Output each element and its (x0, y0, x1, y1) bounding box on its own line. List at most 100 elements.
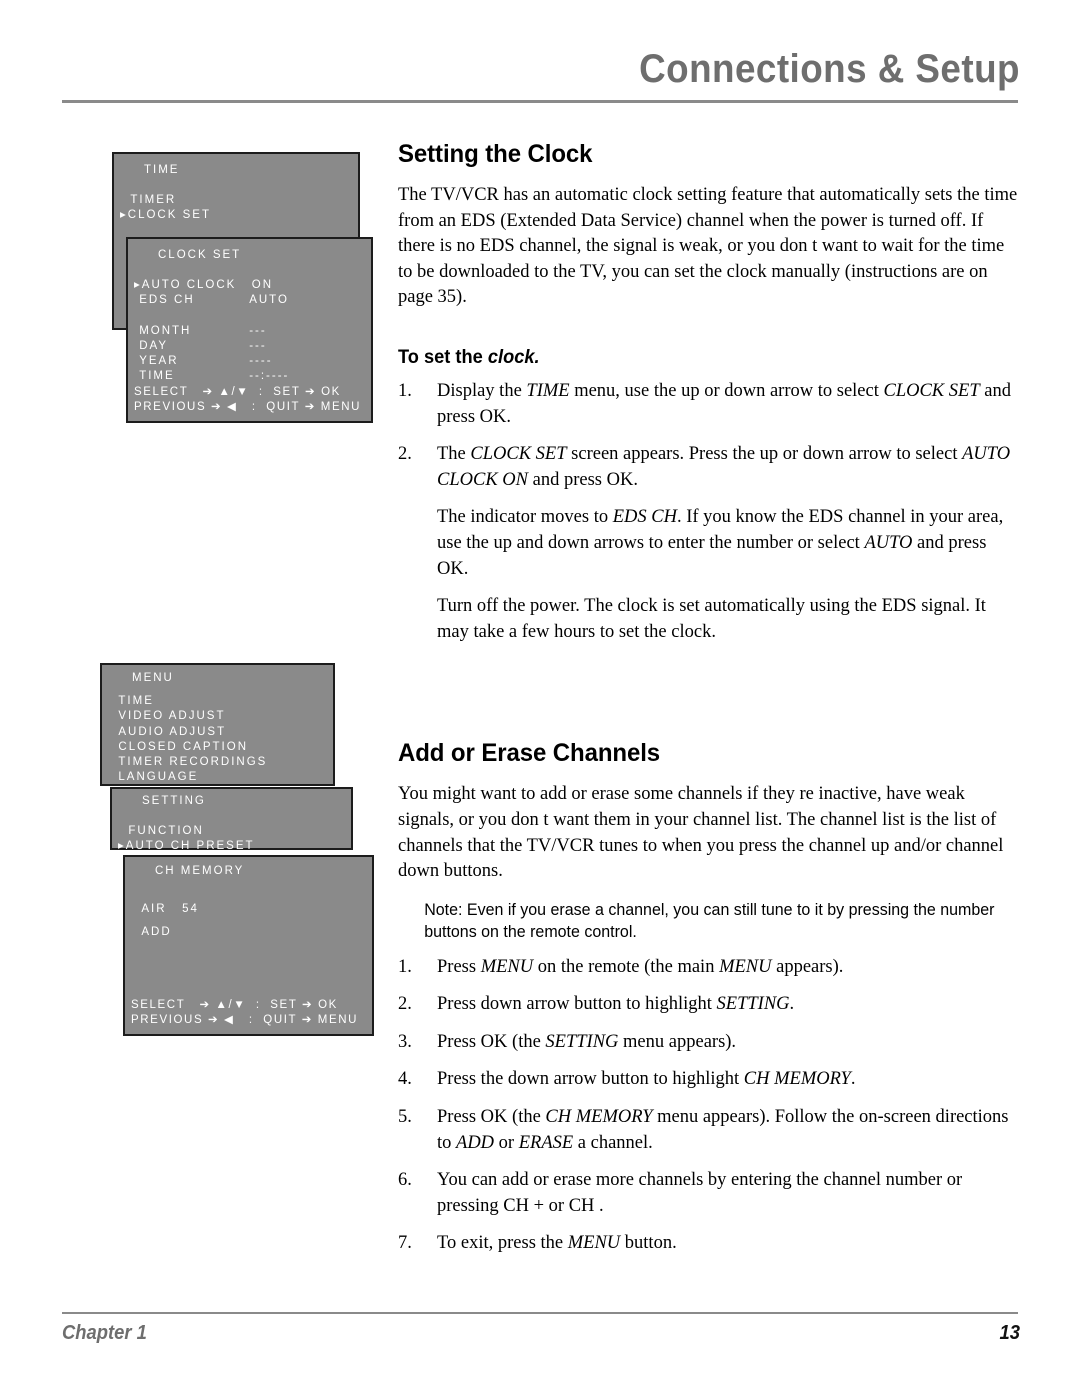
osd-ch-memory-title: CH MEMORY (155, 865, 245, 877)
osd-nav-line-select: SELECT ➔ ▲/▼ : SET ➔ OK (131, 998, 338, 1011)
list-item: 7. To exit, press the MENU button. (398, 1231, 1020, 1257)
step-text: Display the TIME menu, use the up or dow… (437, 380, 1011, 427)
channels-steps-list: 1. Press MENU on the remote (the main MEN… (398, 955, 1020, 1257)
osd-action-label: ADD (141, 926, 172, 939)
step-text: You can add or erase more channels by en… (437, 1170, 963, 1216)
osd-nav-line-previous: PREVIOUS ➔ ◀ : QUIT ➔ MENU (134, 400, 362, 413)
osd-row-label: AUTO CLOCK (141, 279, 237, 292)
list-item: 2. The CLOCK SET screen appears. Press th… (398, 442, 1020, 493)
step-number: 2. (398, 994, 412, 1015)
osd-item-label: FUNCTION (128, 825, 204, 838)
osd-time-menu-title: TIME (144, 164, 180, 176)
list-item: 6. You can add or erase more channels by … (398, 1168, 1020, 1219)
list-item: 2. Press down arrow button to highlight S… (398, 992, 1020, 1018)
channels-intro-paragraph: You might want to add or erase some chan… (398, 784, 1004, 882)
osd-item-label: LANGUAGE (118, 771, 199, 784)
step-text: To exit, press the MENU button. (437, 1233, 677, 1254)
subtitle-italic: clock. (487, 346, 540, 368)
list-item: 3. Press OK (the SETTING menu appears). (398, 1030, 1020, 1056)
step-number: 6. (398, 1170, 412, 1191)
osd-item-label: TIME (118, 695, 154, 708)
osd-time-menu-item-clock-set[interactable]: ▸CLOCK SET (114, 208, 358, 223)
step-text: Press the down arrow button to highlight… (437, 1069, 856, 1090)
clock-continuation-paragraph-1: The indicator moves to EDS CH. If you kn… (437, 507, 1004, 579)
footer-page-number: 13 (999, 1322, 1020, 1344)
content-column: Setting the Clock The TV/VCR has an auto… (398, 140, 1020, 1269)
step-number: 2. (398, 444, 412, 465)
subtitle-prefix: To set the (398, 346, 488, 368)
osd-item-label: CLOCK SET (127, 209, 211, 222)
list-item: 1. Press MENU on the remote (the main MEN… (398, 955, 1020, 981)
clock-steps-list: 1. Display the TIME menu, use the up or d… (398, 379, 1020, 493)
osd-band-label: AIR (141, 903, 167, 916)
osd-main-menu: MENU TIME VIDEO ADJUST AUDIO ADJUST CLOS… (100, 663, 335, 798)
osd-row-year[interactable]: YEAR ---- (128, 354, 371, 369)
osd-main-menu-item-audio-adjust[interactable]: AUDIO ADJUST (102, 725, 333, 740)
osd-row-value: --- (249, 339, 267, 352)
osd-clock-set-menu: CLOCK SET ▸AUTO CLOCK ON EDS CH AUTO MONTH… (126, 237, 373, 423)
header-divider (62, 100, 1018, 103)
footer-divider (62, 1312, 1018, 1314)
section-title-add-or-erase-channels: Add or Erase Channels (398, 739, 661, 768)
cursor-arrow-icon: ▸ (134, 279, 142, 292)
osd-row-value: --- (249, 324, 267, 337)
cursor-arrow-icon: ▸ (120, 209, 128, 222)
osd-row-month[interactable]: MONTH --- (128, 324, 371, 339)
osd-clock-set-nav-hints: SELECT ➔ ▲/▼ : SET ➔ OK PREVIOUS ➔ ◀ : Q… (128, 385, 371, 415)
clock-intro-paragraph: The TV/VCR has an automatic clock settin… (398, 185, 1018, 308)
osd-main-menu-item-time[interactable]: TIME (102, 694, 333, 709)
osd-main-menu-item-language[interactable]: LANGUAGE (102, 770, 333, 785)
osd-main-menu-item-timer-recordings[interactable]: TIMER RECORDINGS (102, 755, 333, 770)
osd-row-label: MONTH (139, 324, 192, 337)
osd-ch-memory-menu: CH MEMORY AIR 54 ADD SELECT ➔ ▲/▼ : SET … (123, 855, 374, 1036)
osd-row-time[interactable]: TIME --:---- (128, 369, 371, 384)
osd-ch-memory-action-row[interactable]: ADD (125, 925, 372, 940)
footer-chapter-label: Chapter 1 (62, 1322, 147, 1344)
osd-time-menu-item-timer[interactable]: TIMER (114, 193, 358, 208)
osd-setting-menu: SETTING FUNCTION ▸AUTO CH PRESET (110, 787, 353, 852)
osd-item-label: CLOSED CAPTION (118, 740, 248, 753)
osd-row-value: ON (251, 279, 274, 292)
page-title: Connections & Setup (639, 47, 1020, 91)
osd-main-menu-item-closed-caption[interactable]: CLOSED CAPTION (102, 740, 333, 755)
osd-row-auto-clock[interactable]: ▸AUTO CLOCK ON (128, 278, 371, 293)
section-title-setting-the-clock: Setting the Clock (398, 140, 593, 168)
osd-setting-menu-item-auto-ch-preset[interactable]: ▸AUTO CH PRESET (112, 839, 351, 854)
clock-continuation-paragraph-2: Turn off the power. The clock is set aut… (437, 596, 986, 642)
osd-item-label: AUDIO ADJUST (118, 725, 227, 738)
step-text: The CLOCK SET screen appears. Press the … (437, 444, 1011, 490)
osd-setting-menu-title: SETTING (142, 795, 206, 807)
osd-clock-set-title: CLOCK SET (158, 249, 242, 261)
step-text: Press down arrow button to highlight SET… (437, 994, 795, 1015)
osd-ch-memory-nav-hints: SELECT ➔ ▲/▼ : SET ➔ OK PREVIOUS ➔ ◀ : Q… (125, 998, 372, 1028)
osd-row-label: EDS CH (139, 294, 195, 307)
osd-channel-number: 54 (182, 903, 199, 916)
osd-ch-memory-band-row[interactable]: AIR 54 (125, 902, 372, 917)
osd-row-value: ---- (249, 355, 273, 368)
osd-row-label: YEAR (139, 355, 179, 368)
osd-row-value: --:---- (249, 370, 290, 383)
osd-item-label: AUTO CH PRESET (125, 840, 255, 853)
osd-row-label: TIME (139, 370, 175, 383)
osd-main-menu-title: MENU (132, 672, 174, 684)
osd-row-day[interactable]: DAY --- (128, 339, 371, 354)
step-text: Press MENU on the remote (the main MENU … (437, 956, 844, 977)
osd-item-label: TIMER RECORDINGS (118, 756, 268, 769)
subsection-title-to-set-the-clock: To set the clock. (398, 347, 995, 369)
osd-setting-menu-item-function[interactable]: FUNCTION (112, 824, 351, 839)
page-header: Connections & Setup (62, 46, 1020, 106)
osd-row-label: DAY (139, 339, 168, 352)
channels-note: Note: Even if you erase a channel, you c… (424, 900, 995, 941)
osd-main-menu-item-video-adjust[interactable]: VIDEO ADJUST (102, 709, 333, 724)
step-number: 5. (398, 1107, 412, 1128)
list-item: 4. Press the down arrow button to highlig… (398, 1067, 1020, 1093)
step-number: 1. (398, 956, 412, 977)
osd-row-value: AUTO (249, 294, 289, 307)
list-item: 1. Display the TIME menu, use the up or d… (398, 379, 1020, 430)
osd-row-eds-ch[interactable]: EDS CH AUTO (128, 293, 371, 308)
list-item: 5. Press OK (the CH MEMORY menu appears).… (398, 1105, 1020, 1156)
step-number: 3. (398, 1031, 412, 1052)
step-text: Press OK (the SETTING menu appears). (437, 1031, 737, 1052)
step-number: 1. (398, 380, 412, 401)
osd-item-label: TIMER (130, 194, 177, 207)
